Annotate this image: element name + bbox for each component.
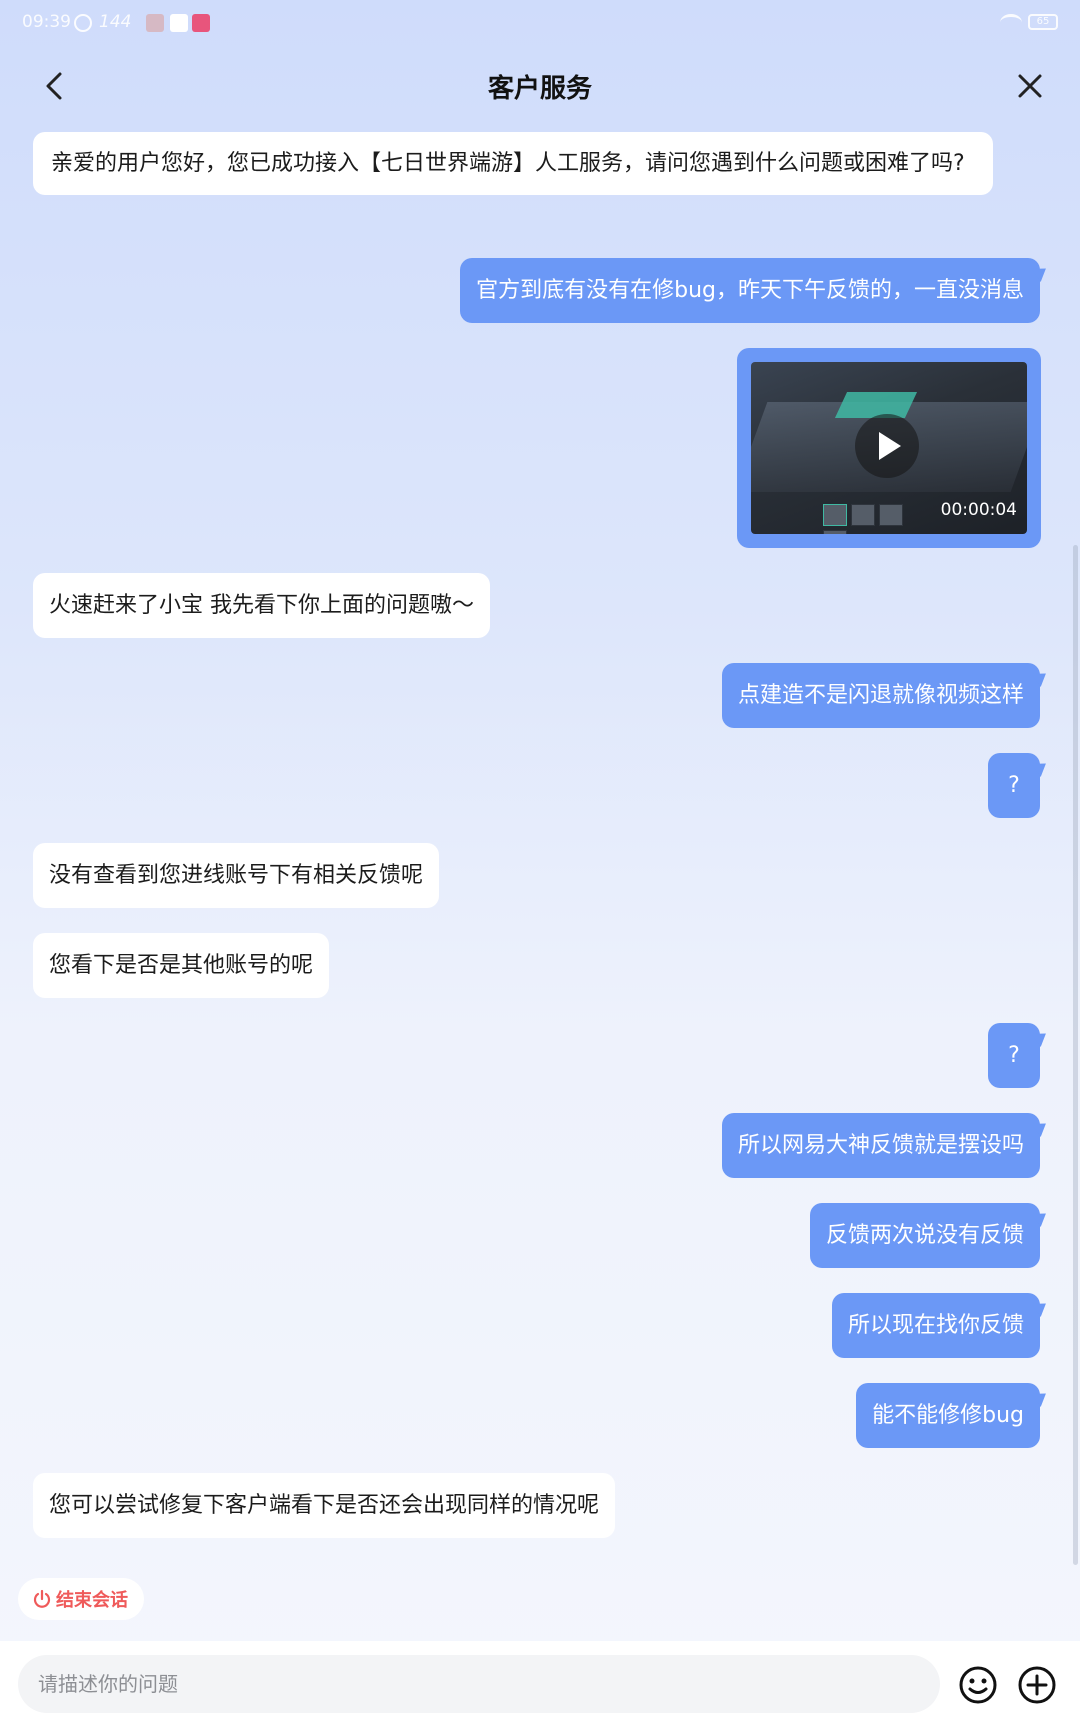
smiley-icon (959, 1666, 997, 1704)
video-message[interactable]: 00:00:04 (737, 348, 1041, 548)
page-title: 客户服务 (487, 74, 592, 104)
user-message: 所以现在找你反馈 (831, 1293, 1040, 1358)
agent-message: 您看下是否是其他账号的呢 (33, 933, 330, 998)
message-input[interactable] (18, 1655, 940, 1713)
header: 客户服务 (0, 60, 1080, 110)
video-scene-block (834, 392, 918, 418)
refresh-rate: 144 (99, 12, 132, 32)
agent-message: 火速赶来了小宝 我先看下你上面的问题嗷～ (33, 573, 490, 638)
qq-notification-icon (170, 14, 188, 32)
user-message: 点建造不是闪退就像视频这样 (721, 663, 1040, 728)
close-icon (1018, 74, 1042, 98)
power-icon (33, 1589, 51, 1608)
agent-message: 没有查看到您进线账号下有相关反馈呢 (33, 843, 440, 908)
plus-circle-icon (1018, 1666, 1056, 1704)
emoji-button[interactable] (958, 1665, 998, 1705)
agent-message: 您可以尝试修复下客户端看下是否还会出现同样的情况呢 (33, 1473, 616, 1538)
plus-button[interactable] (1017, 1665, 1057, 1705)
user-message: 反馈两次说没有反馈 (809, 1203, 1040, 1268)
agent-message: 亲爱的用户您好，您已成功接入【七日世界端游】人工服务，请问您遇到什么问题或困难了… (33, 132, 993, 195)
end-session-label: 结束会话 (56, 1590, 128, 1611)
close-button[interactable] (1010, 66, 1050, 106)
input-bar (0, 1641, 1080, 1728)
end-session-button[interactable]: 结束会话 (18, 1578, 144, 1620)
app-notification-icon (192, 14, 210, 32)
user-message: ? (988, 1023, 1040, 1088)
user-message: ? (988, 753, 1040, 818)
play-icon[interactable] (855, 414, 919, 478)
status-time: 09:39 (22, 12, 71, 32)
user-message: 所以网易大神反馈就是摆设吗 (721, 1113, 1040, 1178)
video-toolbar (823, 504, 923, 534)
user-message: 能不能修修bug (856, 1383, 1040, 1448)
status-bar: 09:39 144 65 (0, 0, 1080, 46)
wifi-icon (1000, 14, 1022, 31)
user-message: 官方到底有没有在修bug，昨天下午反馈的，一直没消息 (460, 258, 1040, 323)
app-notification-icon (146, 14, 164, 32)
video-duration: 00:00:04 (940, 500, 1017, 520)
video-thumbnail[interactable]: 00:00:04 (751, 362, 1027, 534)
settings-status-icon (74, 14, 92, 32)
battery-icon: 65 (1028, 14, 1058, 30)
chat-scrollbar[interactable] (1073, 545, 1078, 1565)
